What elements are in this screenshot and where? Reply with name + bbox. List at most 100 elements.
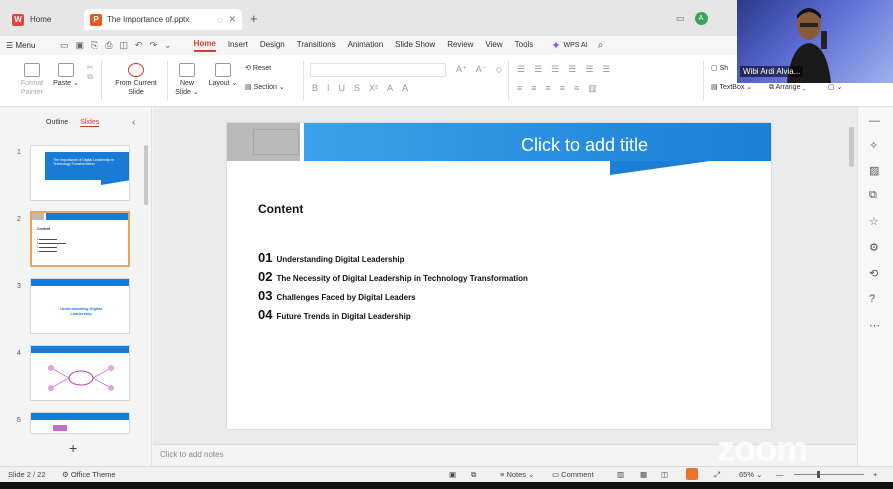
zoom-slider-thumb[interactable] xyxy=(817,471,820,478)
redo-icon[interactable]: ↷ xyxy=(150,40,158,51)
layout-button[interactable]: Layout ⌄ xyxy=(206,63,240,88)
paste-button[interactable]: Paste ⌄ xyxy=(52,63,80,88)
reset-button[interactable]: ⟲ Reset xyxy=(245,64,271,73)
text-direction-icon[interactable]: ☰ xyxy=(602,64,610,75)
template-icon[interactable]: ▨ xyxy=(869,164,879,177)
fit-icon[interactable]: ▣ xyxy=(449,470,456,479)
help-icon[interactable]: ? xyxy=(869,293,875,305)
user-avatar[interactable]: A xyxy=(694,12,708,25)
collapse-panel-icon[interactable]: ‹ xyxy=(132,117,135,128)
numbering-icon[interactable]: ☰ xyxy=(534,64,542,75)
slide-heading[interactable]: Content xyxy=(258,202,303,216)
font-color-icon[interactable]: A xyxy=(387,83,393,93)
undo-icon[interactable]: ↶ xyxy=(135,40,143,51)
save-icon[interactable]: ▣ xyxy=(76,40,85,51)
tab-transitions[interactable]: Transitions xyxy=(297,40,336,51)
section-button[interactable]: ▤ Section ⌄ xyxy=(245,83,285,92)
line-spacing-icon[interactable]: ☰ xyxy=(585,64,593,75)
theme-button[interactable]: ⚙ Office Theme xyxy=(62,470,116,479)
normal-view-icon[interactable]: ▥ xyxy=(617,470,624,479)
superscript-icon[interactable]: X² xyxy=(369,83,378,93)
grid-view-icon[interactable]: ▦ xyxy=(640,470,647,479)
slide-sorter-icon[interactable]: ⧉ xyxy=(471,470,476,480)
menu-button[interactable]: ☰ Menu xyxy=(6,41,48,50)
tab-view[interactable]: View xyxy=(485,40,502,51)
arrange-button[interactable]: ⧉ Arrange ⌄ xyxy=(769,83,806,92)
history-icon[interactable]: ⟲ xyxy=(869,267,878,280)
indent-icon[interactable]: ☰ xyxy=(551,64,559,75)
slide-thumbnail-2[interactable]: Content ▪ ▬▬▬▬▬▬ ▪ ▬▬▬▬▬▬▬▬▬ ▪ ▬▬▬▬▬▬ ▪ ▬▬▬… xyxy=(30,211,130,267)
bullets-icon[interactable]: ☰ xyxy=(517,64,525,75)
fit-slide-icon[interactable]: ⤢ xyxy=(714,470,720,480)
settings-sliders-icon[interactable]: ⚙ xyxy=(869,241,879,254)
outdent-icon[interactable]: ☰ xyxy=(568,64,576,75)
chevron-down-icon[interactable]: ⌄ xyxy=(164,40,172,51)
shape-button[interactable]: ▢ Sh xyxy=(711,64,728,73)
add-slide-icon[interactable]: + xyxy=(69,440,77,456)
tab-design[interactable]: Design xyxy=(260,40,285,51)
zoom-slider[interactable] xyxy=(794,474,864,475)
window-layout-icon[interactable]: ▭ xyxy=(676,13,685,24)
tab-slides[interactable]: Slides xyxy=(80,119,100,127)
slide-thumbnail-1[interactable]: The Importance of Digital Leadership in … xyxy=(30,145,130,201)
new-tab-icon[interactable]: + xyxy=(250,11,258,26)
export-pdf-icon[interactable]: ⎘ xyxy=(91,40,98,51)
content-item[interactable]: 04 Future Trends in Digital Leadership xyxy=(258,307,411,322)
wps-ai-button[interactable]: ✦ WPS AI xyxy=(551,39,587,52)
copy-style-icon[interactable]: ⧉ xyxy=(869,189,877,202)
tab-review[interactable]: Review xyxy=(447,40,473,51)
textbox-button[interactable]: ▤ TextBox ⌄ xyxy=(711,83,752,92)
more-icon[interactable]: ⋯ xyxy=(869,319,880,332)
print-icon[interactable]: ⎙ xyxy=(105,40,112,51)
slide-thumbnail-3[interactable]: Understanding Digital Leadership xyxy=(30,278,130,334)
minus-icon[interactable]: — xyxy=(869,115,880,127)
zoom-in-icon[interactable]: + xyxy=(873,470,877,479)
print-preview-icon[interactable]: ◫ xyxy=(119,40,128,51)
content-item[interactable]: 02 The Necessity of Digital Leadership i… xyxy=(258,269,528,284)
slide-thumbnail-4[interactable] xyxy=(30,345,130,401)
clear-format-icon[interactable]: ◇ xyxy=(496,64,503,75)
increase-font-icon[interactable]: A⁺ xyxy=(456,64,467,75)
star-icon[interactable]: ☆ xyxy=(869,215,879,228)
font-name-dropdown[interactable] xyxy=(310,63,446,77)
tab-document[interactable]: P The Importance of.pptx ◌ ✕ xyxy=(84,9,242,30)
italic-icon[interactable]: I xyxy=(327,83,330,93)
bold-icon[interactable]: B xyxy=(312,83,318,93)
align-center-icon[interactable]: ≡ xyxy=(531,83,536,94)
tab-animation[interactable]: Animation xyxy=(348,40,384,51)
decrease-font-icon[interactable]: A⁻ xyxy=(476,64,487,75)
columns-icon[interactable]: ▥ xyxy=(588,83,597,94)
slide-title-placeholder[interactable]: Click to add title xyxy=(521,135,648,156)
tab-slide-show[interactable]: Slide Show xyxy=(395,40,435,51)
close-tab-icon[interactable]: ✕ xyxy=(228,14,236,25)
new-slide-button[interactable]: New Slide ⌄ xyxy=(174,63,200,97)
tab-insert[interactable]: Insert xyxy=(228,40,248,51)
zoom-out-icon[interactable]: — xyxy=(776,470,784,479)
reading-view-icon[interactable]: ◫ xyxy=(661,470,668,479)
tab-tools[interactable]: Tools xyxy=(515,40,534,51)
content-item[interactable]: 01 Understanding Digital Leadership xyxy=(258,250,404,265)
cut-icon[interactable]: ✂ ⧉ xyxy=(83,63,97,81)
tab-outline[interactable]: Outline xyxy=(46,119,68,127)
canvas-scrollbar[interactable] xyxy=(849,127,854,167)
content-item[interactable]: 03 Challenges Faced by Digital Leaders xyxy=(258,288,416,303)
slide-thumbnail-5[interactable] xyxy=(30,412,130,434)
highlight-icon[interactable]: A xyxy=(402,83,408,93)
more-options-icon[interactable]: ▢ ⌄ xyxy=(828,83,842,92)
align-left-icon[interactable]: ≡ xyxy=(517,83,522,94)
distribute-icon[interactable]: ≡ xyxy=(574,83,579,94)
slide-canvas[interactable]: Click to add title Content 01 Understand… xyxy=(227,123,771,429)
comment-button[interactable]: ▭ Comment xyxy=(552,470,594,479)
slideshow-play-icon[interactable] xyxy=(686,468,698,480)
search-icon[interactable]: ⌕ xyxy=(598,40,604,51)
underline-icon[interactable]: U xyxy=(339,83,346,93)
cloud-sync-icon[interactable]: ◌ xyxy=(217,15,222,25)
open-folder-icon[interactable]: ▭ xyxy=(60,40,69,51)
zoom-level[interactable]: 65% ⌄ xyxy=(739,470,762,479)
align-right-icon[interactable]: ≡ xyxy=(546,83,551,94)
tab-home[interactable]: W Home xyxy=(6,9,82,30)
format-painter-button[interactable]: Format Painter xyxy=(14,63,50,97)
thumbnail-scrollbar[interactable] xyxy=(144,145,148,205)
justify-icon[interactable]: ≡ xyxy=(560,83,565,94)
tab-home-ribbon[interactable]: Home xyxy=(193,39,216,52)
